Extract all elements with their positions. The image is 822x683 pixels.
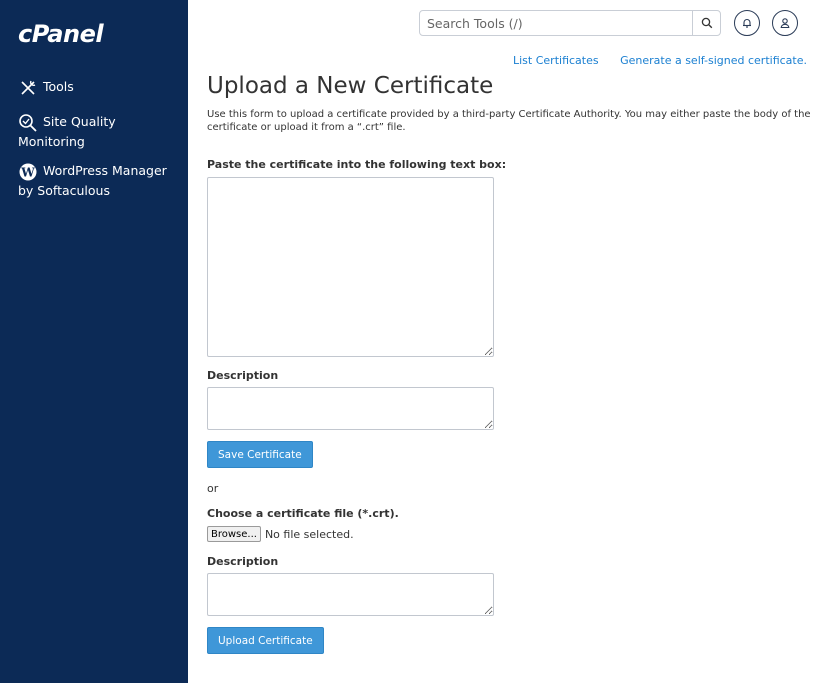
file-picker: Browse... No file selected. [207, 526, 354, 542]
sidebar-item-site-quality[interactable]: Site Quality Monitoring [18, 109, 183, 152]
browse-button[interactable]: Browse... [207, 526, 261, 542]
paste-certificate-label: Paste the certificate into the following… [207, 158, 507, 171]
sidebar-item-label: Tools [43, 79, 74, 94]
svg-text:W: W [20, 165, 35, 179]
intro-text: Use this form to upload a certificate pr… [207, 109, 811, 133]
or-separator: or [207, 482, 219, 495]
bell-icon [743, 19, 751, 28]
file-label: Choose a certificate file (*.crt). [207, 507, 399, 520]
save-certificate-button[interactable]: Save Certificate [207, 441, 313, 468]
file-status: No file selected. [264, 527, 354, 541]
cpanel-logo[interactable]: cPanel [18, 20, 104, 48]
sidebar: cPanel Tools Site Quality Monitoring W W… [0, 0, 188, 683]
site-quality-icon [18, 113, 38, 133]
sidebar-nav: Tools Site Quality Monitoring W WordPres… [18, 74, 183, 201]
search-input[interactable] [420, 11, 692, 35]
sidebar-item-sublabel: by Softaculous [18, 183, 110, 198]
sidebar-item-wordpress-manager[interactable]: W WordPress Manager by Softaculous [18, 158, 183, 201]
upload-certificate-button[interactable]: Upload Certificate [207, 627, 324, 654]
sidebar-item-sublabel: Monitoring [18, 134, 85, 149]
sidebar-item-label: WordPress Manager [43, 163, 167, 178]
description-textarea[interactable] [207, 387, 494, 430]
tools-icon [18, 78, 38, 98]
sidebar-item-tools[interactable]: Tools [18, 74, 183, 99]
top-links: List Certificates Generate a self-signed… [207, 54, 807, 67]
search-icon [701, 17, 712, 29]
search-button[interactable] [692, 11, 720, 35]
notifications-button[interactable] [734, 10, 760, 36]
certificate-textarea[interactable] [207, 177, 494, 357]
description-label-2: Description [207, 555, 279, 568]
wordpress-icon: W [18, 162, 38, 182]
description-label: Description [207, 369, 279, 382]
user-icon [780, 18, 790, 29]
top-bar [188, 0, 822, 46]
sidebar-item-label: Site Quality [43, 114, 116, 129]
list-certificates-link[interactable]: List Certificates [513, 54, 599, 67]
search-box [419, 10, 721, 36]
generate-self-signed-link[interactable]: Generate a self-signed certificate. [620, 54, 807, 67]
user-menu-button[interactable] [772, 10, 798, 36]
page-title: Upload a New Certificate [207, 73, 494, 99]
description-textarea-2[interactable] [207, 573, 494, 616]
